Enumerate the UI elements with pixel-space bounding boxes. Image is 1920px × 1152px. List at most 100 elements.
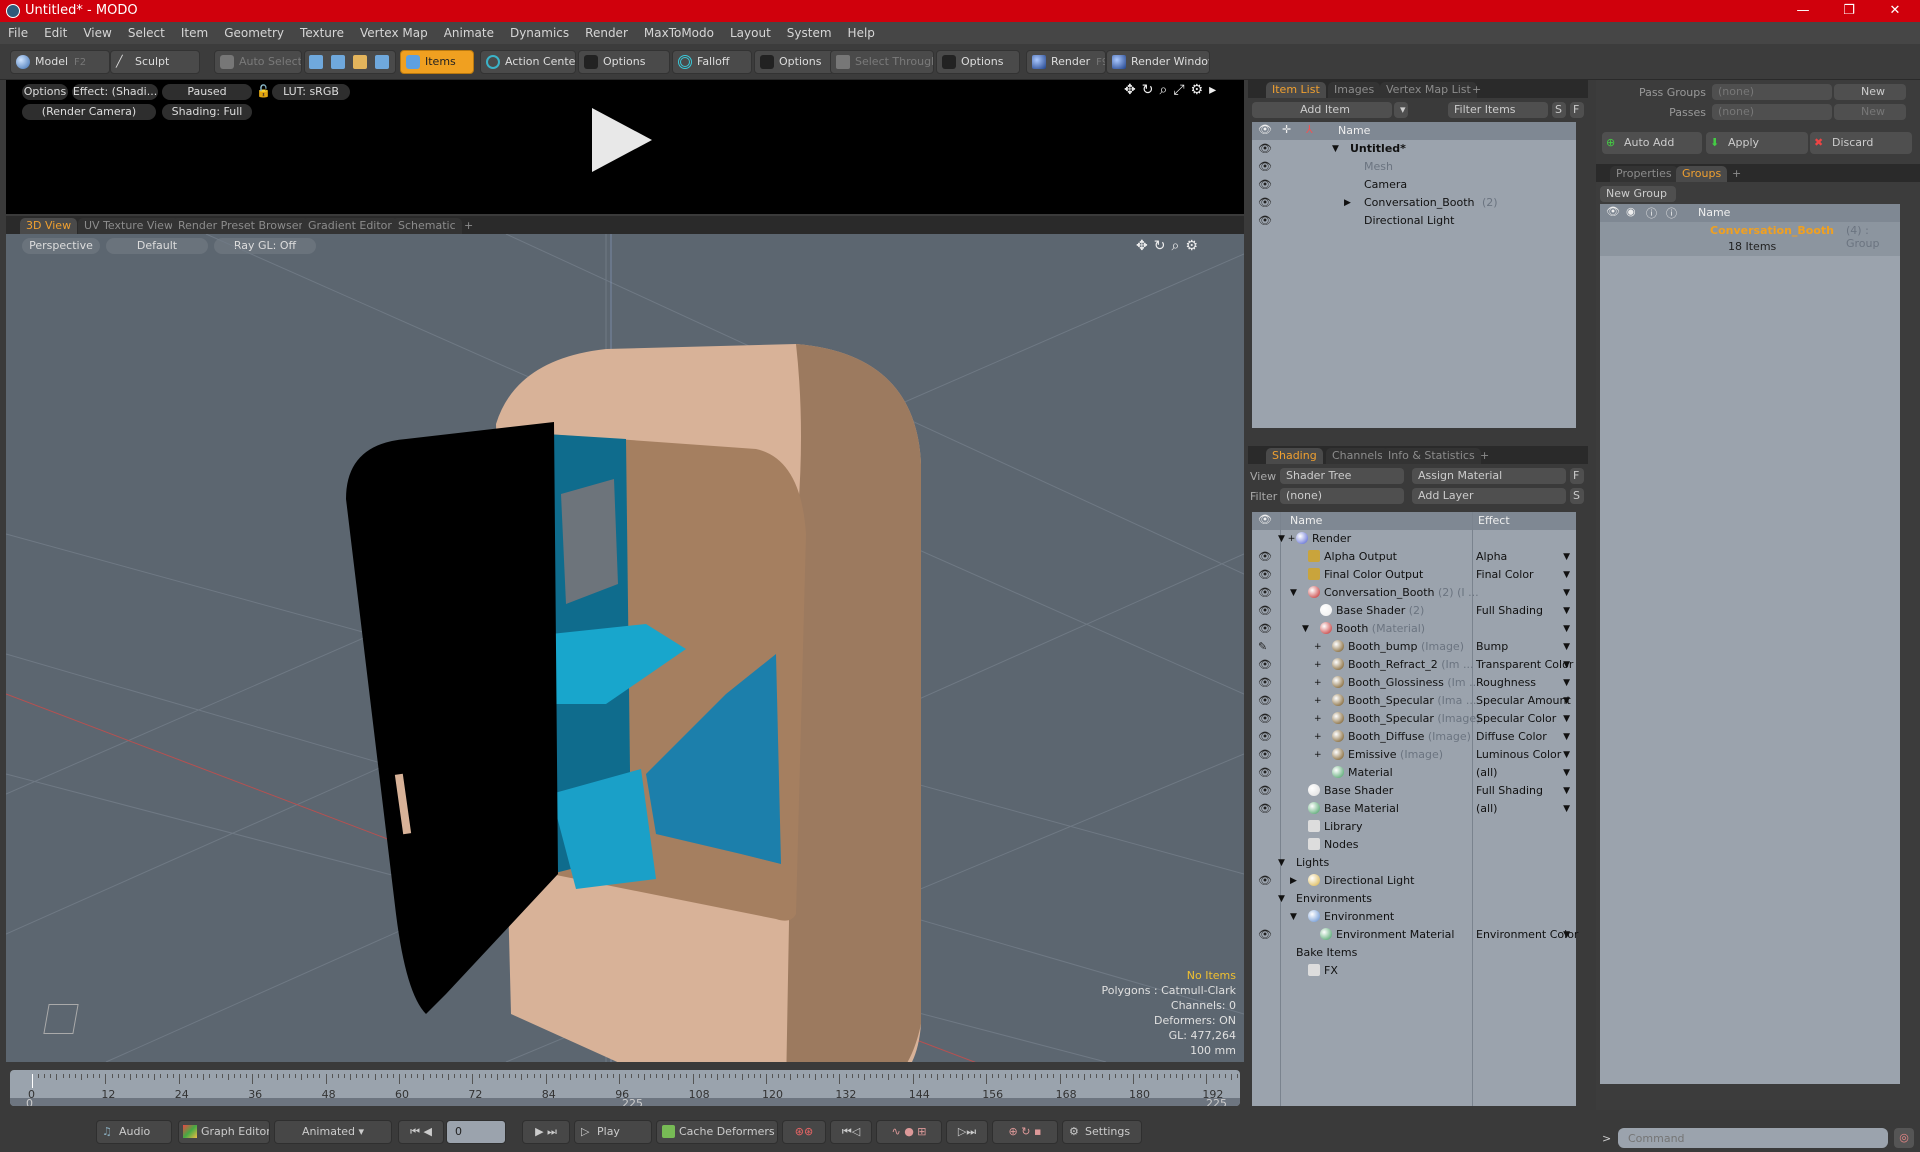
cache-deformers-button[interactable]: Cache Deformers bbox=[656, 1120, 778, 1144]
maximize-icon[interactable]: ⤢ bbox=[1173, 82, 1190, 98]
dropdown-arrow-icon[interactable]: ▼ bbox=[1563, 638, 1570, 656]
timeline[interactable]: 0 225 225 0 12 24 36 48 60 72 84 96 108 120 132 144 1… bbox=[6, 1066, 1244, 1112]
new-pass-group-button[interactable]: New bbox=[1834, 84, 1906, 100]
shader-tree-row[interactable]: 👁 Base Material (all) ▼ bbox=[1252, 800, 1576, 818]
frame-input[interactable]: 0 bbox=[446, 1120, 506, 1144]
shader-tree-row[interactable]: 👁 ▼ Conversation_Booth (2) (I ... ▼ bbox=[1252, 584, 1576, 602]
tab-schematic[interactable]: Schematic bbox=[392, 218, 462, 234]
f-button[interactable]: F bbox=[1570, 102, 1584, 118]
sculpt-mode-button[interactable]: ╱ Sculpt bbox=[110, 50, 200, 74]
minimize-button[interactable]: — bbox=[1780, 0, 1826, 22]
eye-icon[interactable]: 👁 bbox=[1258, 746, 1272, 764]
menu-vertex-map[interactable]: Vertex Map bbox=[352, 22, 436, 44]
add-tab-button[interactable]: + bbox=[1474, 448, 1495, 464]
discard-button[interactable]: ✖ Discard bbox=[1810, 132, 1912, 154]
add-tab-button[interactable]: + bbox=[458, 218, 479, 234]
key-buttons[interactable]: ⊛⊛ bbox=[782, 1120, 826, 1144]
expand-toggle-icon[interactable]: + bbox=[1314, 674, 1322, 692]
tab-render-preset-browser[interactable]: Render Preset Browser bbox=[172, 218, 310, 234]
add-item-dropdown[interactable]: ▾ bbox=[1394, 102, 1408, 118]
menu-animate[interactable]: Animate bbox=[436, 22, 502, 44]
dropdown-arrow-icon[interactable]: ▼ bbox=[1563, 728, 1570, 746]
tab-info-statistics[interactable]: Info & Statistics bbox=[1382, 448, 1481, 464]
filter-items-input[interactable]: Filter Items bbox=[1448, 102, 1548, 118]
shader-tree-row[interactable]: 👁 Material (all) ▼ bbox=[1252, 764, 1576, 782]
eye-icon[interactable]: 👁 bbox=[1258, 710, 1272, 728]
dropdown-arrow-icon[interactable]: ▼ bbox=[1563, 620, 1570, 638]
dropdown-arrow-icon[interactable]: ▼ bbox=[1563, 764, 1570, 782]
go-end-button[interactable]: ▶ ⏭ bbox=[522, 1120, 570, 1144]
menu-help[interactable]: Help bbox=[840, 22, 883, 44]
shader-tree-row[interactable]: Nodes bbox=[1252, 836, 1576, 854]
add-tab-button[interactable]: + bbox=[1726, 166, 1747, 182]
render-window-button[interactable]: Render Window bbox=[1106, 50, 1210, 74]
tab-shading[interactable]: Shading bbox=[1266, 448, 1323, 464]
prev-key-button[interactable]: ⏮◁ bbox=[830, 1120, 872, 1144]
effect-dropdown[interactable]: Final Color bbox=[1476, 566, 1534, 584]
render-effect-dropdown[interactable]: Effect: (Shadi... bbox=[72, 84, 158, 100]
dropdown-arrow-icon[interactable]: ▼ bbox=[1563, 548, 1570, 566]
tab-properties[interactable]: Properties bbox=[1610, 166, 1678, 182]
add-item-button[interactable]: Add Item bbox=[1252, 102, 1392, 118]
shader-tree-row[interactable]: ▼ Environments bbox=[1252, 890, 1576, 908]
shader-tree-row[interactable]: ✎ + Booth_bump (Image) Bump ▼ bbox=[1252, 638, 1576, 656]
eye-icon[interactable]: 👁 bbox=[1258, 140, 1272, 158]
audio-button[interactable]: ♫ Audio bbox=[96, 1120, 172, 1144]
next-key-button[interactable]: ▷⏭ bbox=[946, 1120, 988, 1144]
lut-dropdown[interactable]: LUT: sRGB bbox=[272, 84, 350, 100]
tree-item-mesh[interactable]: 👁 Mesh bbox=[1252, 158, 1576, 176]
effect-dropdown[interactable]: Transparent Color bbox=[1476, 656, 1573, 674]
eye-icon[interactable]: 👁 bbox=[1258, 782, 1272, 800]
expand-toggle-icon[interactable]: + bbox=[1314, 746, 1322, 764]
effect-dropdown[interactable]: Specular Amount bbox=[1476, 692, 1571, 710]
assign-material-button[interactable]: Assign Material bbox=[1412, 468, 1566, 484]
eye-icon[interactable]: 👁 bbox=[1258, 728, 1272, 746]
shader-tree-row[interactable]: FX bbox=[1252, 962, 1576, 980]
gear-icon[interactable]: ⚙ bbox=[1191, 82, 1210, 98]
expand-toggle-icon[interactable]: ▼ bbox=[1278, 890, 1285, 908]
graph-editor-button[interactable]: Graph Editor bbox=[178, 1120, 270, 1144]
effect-dropdown[interactable]: Luminous Color bbox=[1476, 746, 1561, 764]
dropdown-arrow-icon[interactable]: ▼ bbox=[1563, 926, 1570, 944]
eye-icon[interactable]: 👁 bbox=[1258, 602, 1272, 620]
shading-dropdown[interactable]: Shading: Full bbox=[162, 104, 252, 120]
dropdown-arrow-icon[interactable]: ▼ bbox=[1563, 674, 1570, 692]
zoom-icon[interactable]: ⌕ bbox=[1159, 82, 1173, 98]
tab-groups[interactable]: Groups bbox=[1676, 166, 1728, 182]
group-row-conversation-booth[interactable]: Conversation_Booth (4) : Group 18 Items bbox=[1600, 222, 1900, 256]
eye-icon[interactable]: 👁 bbox=[1258, 548, 1272, 566]
s-button[interactable]: S bbox=[1570, 488, 1584, 504]
eye-icon[interactable]: 👁 bbox=[1258, 656, 1272, 674]
menu-edit[interactable]: Edit bbox=[36, 22, 75, 44]
pass-groups-dropdown[interactable]: (none) bbox=[1712, 84, 1832, 100]
brush-icon[interactable]: ✎ bbox=[1258, 638, 1272, 656]
eye-icon[interactable]: 👁 bbox=[1258, 692, 1272, 710]
play-button[interactable]: ▷ Play bbox=[574, 1120, 652, 1144]
shader-tree-row[interactable]: 👁 + Booth_Specular (Image) Specular Color ▼ bbox=[1252, 710, 1576, 728]
eye-icon[interactable]: 👁 bbox=[1258, 566, 1272, 584]
eye-icon[interactable]: 👁 bbox=[1258, 620, 1272, 638]
maximize-button[interactable]: ❐ bbox=[1826, 0, 1872, 22]
menu-system[interactable]: System bbox=[779, 22, 840, 44]
close-button[interactable]: ✕ bbox=[1872, 0, 1918, 22]
shader-tree-row[interactable]: 👁 Base Shader Full Shading ▼ bbox=[1252, 782, 1576, 800]
expand-toggle-icon[interactable]: ▼ + bbox=[1278, 530, 1295, 548]
materials-icon[interactable] bbox=[375, 55, 389, 69]
effect-dropdown[interactable]: Roughness bbox=[1476, 674, 1536, 692]
dropdown-arrow-icon[interactable]: ▼ bbox=[1563, 782, 1570, 800]
eye-icon[interactable]: 👁 bbox=[1258, 926, 1272, 944]
command-input[interactable] bbox=[1618, 1128, 1888, 1148]
dropdown-arrow-icon[interactable]: ▼ bbox=[1563, 584, 1570, 602]
eye-icon[interactable]: 👁 bbox=[1258, 176, 1272, 194]
tab-vertex-map-list[interactable]: Vertex Map List bbox=[1380, 82, 1477, 98]
dropdown-arrow-icon[interactable]: ▼ bbox=[1563, 566, 1570, 584]
expand-toggle-icon[interactable]: ▼ bbox=[1302, 620, 1309, 638]
eye-icon[interactable]: 👁 bbox=[1258, 764, 1272, 782]
render-preview[interactable]: Options Effect: (Shadi... Paused 🔓 LUT: … bbox=[6, 80, 1244, 214]
tab-uv-texture-view[interactable]: UV Texture View bbox=[78, 218, 179, 234]
eye-icon[interactable]: 👁 bbox=[1258, 158, 1272, 176]
auto-add-button[interactable]: ⊕ Auto Add bbox=[1602, 132, 1702, 154]
render-options-button[interactable]: Options bbox=[22, 84, 68, 100]
menu-maxtomodo[interactable]: MaxToModo bbox=[636, 22, 722, 44]
eye-icon[interactable]: 👁 bbox=[1258, 674, 1272, 692]
